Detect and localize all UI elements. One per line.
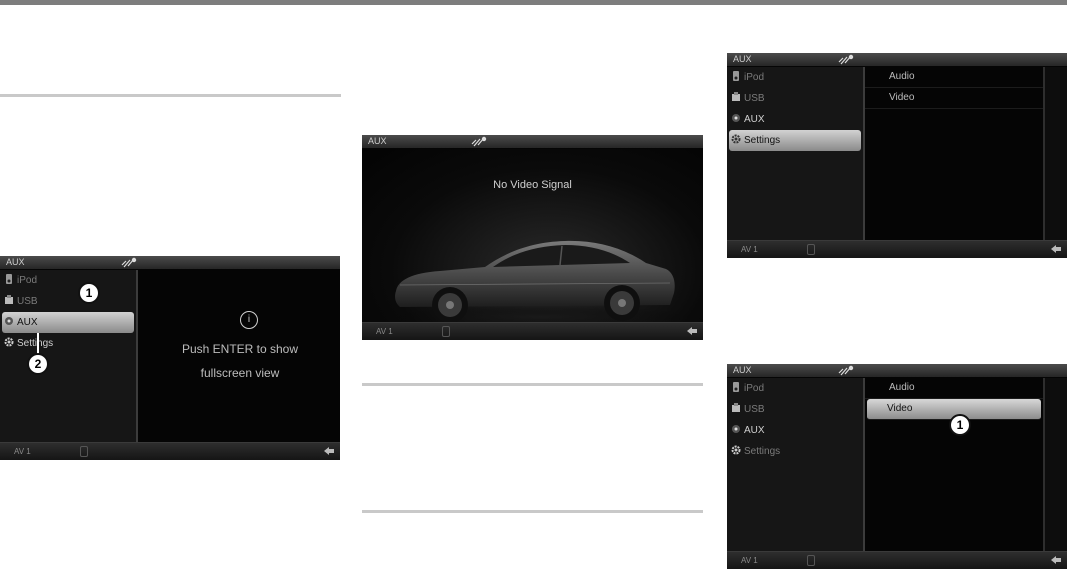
usb-port-icon: [80, 446, 88, 457]
menu-item-label: AUX: [17, 317, 38, 328]
callout-2: 2: [27, 353, 49, 375]
channel-label: AV 1: [14, 447, 31, 456]
section-divider: [0, 94, 341, 97]
settings-submenu-screen: AUX iPod USB AUX Settings Audio Video AV…: [727, 53, 1067, 258]
usb-icon: [732, 92, 740, 101]
screen-title: AUX: [733, 54, 752, 64]
menu-item-settings[interactable]: Settings: [729, 130, 861, 151]
usb-port-icon: [807, 244, 815, 255]
submenu-item-audio[interactable]: Audio: [865, 378, 1043, 399]
menu-item-label: USB: [744, 404, 765, 415]
menu-item-aux[interactable]: AUX: [2, 312, 134, 333]
back-arrow-icon[interactable]: [1049, 554, 1063, 566]
gear-icon: [731, 134, 741, 144]
back-arrow-icon[interactable]: [685, 325, 699, 337]
menu-item-aux[interactable]: AUX: [727, 420, 863, 441]
status-bar: AUX: [0, 256, 340, 269]
video-area: No Video Signal: [362, 149, 703, 329]
usb-port-icon: [807, 555, 815, 566]
menu-item-label: iPod: [744, 72, 765, 83]
status-bar: AUX: [362, 135, 703, 148]
menu-item-label: Settings: [744, 446, 781, 457]
footer-bar: AV 1: [727, 551, 1067, 569]
back-arrow-icon[interactable]: [322, 445, 336, 457]
menu-item-label: AUX: [744, 425, 765, 436]
aux-icon: [732, 114, 740, 122]
source-menu: iPod USB AUX Settings: [727, 67, 865, 240]
menu-item-label: Settings: [744, 135, 781, 146]
menu-item-label: iPod: [744, 383, 765, 394]
channel-label: AV 1: [741, 556, 758, 565]
menu-item-settings[interactable]: Settings: [0, 333, 136, 354]
footer-bar: AV 1: [0, 442, 340, 460]
channel-label: AV 1: [741, 245, 758, 254]
hint-text-line2: fullscreen view: [200, 366, 280, 380]
aux-info-pane: i Push ENTER to show fullscreen view: [140, 270, 340, 442]
video-submenu-screen: AUX iPod USB AUX Settings Audio Video AV…: [727, 364, 1067, 569]
menu-item-aux[interactable]: AUX: [727, 109, 863, 130]
settings-submenu: Audio Video: [865, 67, 1043, 240]
menu-item-usb[interactable]: USB: [727, 88, 863, 109]
usb-icon: [5, 295, 13, 304]
menu-item-ipod[interactable]: iPod: [0, 270, 136, 291]
menu-item-label: Settings: [17, 338, 54, 349]
ipod-icon: [733, 382, 739, 392]
settings-submenu: Audio Video: [865, 378, 1043, 551]
antenna-icon: [838, 365, 854, 376]
info-icon: i: [240, 311, 258, 329]
screen-title: AUX: [368, 136, 387, 146]
screen-title: AUX: [6, 257, 25, 267]
status-bar: AUX: [727, 364, 1067, 377]
menu-item-label: USB: [744, 93, 765, 104]
submenu-item-video[interactable]: Video: [865, 88, 1043, 109]
menu-item-ipod[interactable]: iPod: [727, 67, 863, 88]
source-menu: iPod USB AUX Settings: [727, 378, 865, 551]
footer-bar: AV 1: [727, 240, 1067, 258]
menu-item-usb[interactable]: USB: [0, 291, 136, 312]
submenu-item-audio[interactable]: Audio: [865, 67, 1043, 88]
source-menu: iPod USB AUX Settings: [0, 270, 138, 442]
scrollbar[interactable]: [1043, 378, 1067, 551]
callout-1: 1: [949, 414, 971, 436]
footer-bar: AV 1: [362, 322, 703, 340]
hint-text-line1: Push ENTER to show: [181, 342, 299, 356]
menu-item-label: AUX: [744, 114, 765, 125]
aux-fullscreen-view: AUX No Video Signal AV 1: [362, 135, 703, 340]
ipod-icon: [6, 274, 12, 284]
menu-item-label: iPod: [17, 275, 38, 286]
back-arrow-icon[interactable]: [1049, 243, 1063, 255]
gear-icon: [4, 337, 14, 347]
status-bar: AUX: [727, 53, 1067, 66]
usb-port-icon: [442, 326, 450, 337]
antenna-icon: [121, 257, 137, 268]
callout-1: 1: [78, 282, 100, 304]
channel-label: AV 1: [376, 327, 393, 336]
scrollbar[interactable]: [1043, 67, 1067, 240]
gear-icon: [731, 445, 741, 455]
section-divider: [362, 383, 703, 386]
antenna-icon: [838, 54, 854, 65]
menu-item-ipod[interactable]: iPod: [727, 378, 863, 399]
no-signal-message: No Video Signal: [493, 179, 572, 191]
aux-icon: [732, 425, 740, 433]
menu-item-usb[interactable]: USB: [727, 399, 863, 420]
page-top-rule: [0, 0, 1067, 5]
car-image: [390, 240, 680, 329]
antenna-icon: [471, 136, 487, 147]
menu-item-label: USB: [17, 296, 38, 307]
menu-item-settings[interactable]: Settings: [727, 441, 863, 462]
ipod-icon: [733, 71, 739, 81]
aux-screen-menu: AUX iPod USB AUX Settings i Push ENTER t…: [0, 256, 340, 460]
section-divider: [362, 510, 703, 513]
screen-title: AUX: [733, 365, 752, 375]
usb-icon: [732, 403, 740, 412]
aux-icon: [5, 317, 13, 325]
callout-leader-line: [37, 333, 39, 355]
